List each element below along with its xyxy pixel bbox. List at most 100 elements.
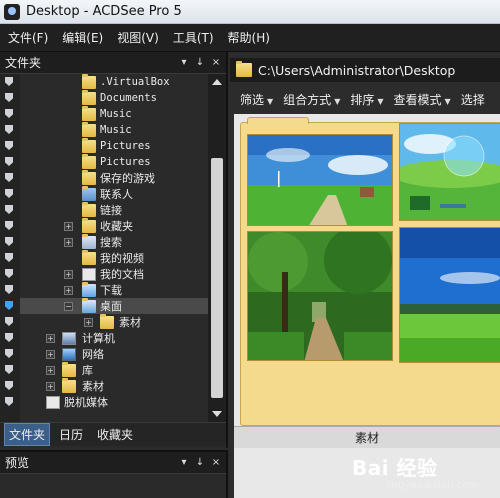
expand-icon[interactable]: + xyxy=(64,269,73,279)
tree-item[interactable]: 保存的游戏 xyxy=(20,169,208,186)
tree-item[interactable]: + 计算机 xyxy=(20,330,208,346)
checkbox-marker-icon[interactable] xyxy=(5,285,13,294)
expand-icon[interactable]: + xyxy=(64,285,73,295)
checkbox-marker-icon[interactable] xyxy=(5,189,13,198)
tree-item[interactable]: 脱机媒体 xyxy=(20,394,208,410)
menu-view[interactable]: 视图(V) xyxy=(117,29,159,46)
checkbox-marker-icon[interactable] xyxy=(5,173,13,182)
scroll-down-icon[interactable] xyxy=(212,411,222,417)
tree-item[interactable]: + 下载 xyxy=(20,281,208,298)
file-list-pane: C:\Users\Administrator\Desktop 筛选 ▼ 组合方式 ▼… xyxy=(230,52,500,498)
tree-item[interactable]: 联系人 xyxy=(20,185,208,202)
expand-icon[interactable]: + xyxy=(64,237,73,247)
tab-favorites[interactable]: 收藏夹 xyxy=(92,423,138,446)
tree-item[interactable]: Music xyxy=(20,121,208,138)
checkbox-marker-icon[interactable] xyxy=(5,221,13,230)
tree-item[interactable]: 链接 xyxy=(20,201,208,218)
expand-icon[interactable]: + xyxy=(64,221,73,231)
favorites-icon xyxy=(82,217,96,233)
menu-tools[interactable]: 工具(T) xyxy=(173,29,214,46)
search-folder-icon xyxy=(82,233,96,249)
checkbox-marker-icon[interactable] xyxy=(5,397,13,406)
checkbox-marker-icon[interactable] xyxy=(5,125,13,134)
landscape-image xyxy=(248,232,392,360)
collapse-icon[interactable]: − xyxy=(64,301,73,311)
tab-calendar[interactable]: 日历 xyxy=(54,423,88,446)
folder-icon xyxy=(82,153,96,169)
tree-item[interactable]: + 我的文档 xyxy=(20,266,208,282)
filter-label: 筛选 xyxy=(240,92,265,107)
expand-icon[interactable]: + xyxy=(84,317,93,327)
view-mode-dropdown[interactable]: 查看模式 ▼ xyxy=(394,91,451,108)
panel-pin-icon[interactable]: ↓ xyxy=(194,457,206,468)
tree-item-label: Pictures xyxy=(100,156,151,168)
panel-close-icon[interactable]: × xyxy=(210,457,222,468)
tree-scrollbar[interactable] xyxy=(208,74,226,422)
preview-panel: 预览 ▾ ↓ × xyxy=(0,450,228,498)
thumbnail-photo xyxy=(399,123,500,221)
tree-item[interactable]: + 素材 xyxy=(20,377,208,394)
checkbox-marker-icon[interactable] xyxy=(5,269,13,278)
select-dropdown[interactable]: 选择 xyxy=(461,91,485,108)
window-title: Desktop - ACDSee Pro 5 xyxy=(26,4,182,19)
folder-tree: .VirtualBox Documents Music Music Pictur… xyxy=(0,74,208,422)
folder-thumbnail[interactable] xyxy=(240,117,500,426)
tree-item-selected[interactable]: − 桌面 xyxy=(20,297,208,314)
checkbox-marker-icon[interactable] xyxy=(5,93,13,102)
path-bar[interactable]: C:\Users\Administrator\Desktop xyxy=(230,58,500,82)
panel-close-icon[interactable]: × xyxy=(210,57,222,68)
expand-icon[interactable]: + xyxy=(46,381,55,391)
tree-item-label: .VirtualBox xyxy=(100,76,170,88)
tree-item[interactable]: + 搜索 xyxy=(20,233,208,250)
network-icon xyxy=(62,347,76,361)
tree-item[interactable]: Pictures xyxy=(20,153,208,170)
group-by-dropdown[interactable]: 组合方式 ▼ xyxy=(283,91,340,108)
checkbox-marker-icon[interactable] xyxy=(5,237,13,246)
tree-item-label: 我的文档 xyxy=(100,268,144,281)
checkbox-marker-icon[interactable] xyxy=(5,77,13,86)
checkbox-marker-icon[interactable] xyxy=(5,349,13,358)
checkbox-marker-icon[interactable] xyxy=(5,365,13,374)
panel-menu-icon[interactable]: ▾ xyxy=(178,457,190,468)
sort-dropdown[interactable]: 排序 ▼ xyxy=(350,91,383,108)
tab-folders[interactable]: 文件夹 xyxy=(4,423,51,446)
folders-panel-title: 文件夹 xyxy=(5,56,42,70)
checkbox-marker-icon[interactable] xyxy=(5,317,13,326)
checkbox-marker-icon[interactable] xyxy=(5,333,13,342)
checkbox-marker-icon[interactable] xyxy=(5,141,13,150)
tree-item[interactable]: 我的视频 xyxy=(20,249,208,266)
tree-item-label: 链接 xyxy=(100,204,122,217)
checkbox-marker-icon[interactable] xyxy=(5,109,13,118)
tree-item[interactable]: + 收藏夹 xyxy=(20,217,208,234)
view-mode-label: 查看模式 xyxy=(393,92,442,107)
tree-item[interactable]: + 库 xyxy=(20,361,208,378)
expand-icon[interactable]: + xyxy=(46,349,55,359)
chevron-down-icon: ▼ xyxy=(377,96,384,106)
landscape-image xyxy=(400,228,500,362)
menu-file[interactable]: 文件(F) xyxy=(8,29,48,46)
tree-item[interactable]: Music xyxy=(20,105,208,122)
tree-item[interactable]: + 素材 xyxy=(20,313,208,330)
thumbnail-photo xyxy=(247,134,393,226)
menu-help[interactable]: 帮助(H) xyxy=(228,29,270,46)
baidu-watermark: Bai 经验 jingyan.baidu.com xyxy=(352,452,500,498)
menu-edit[interactable]: 编辑(E) xyxy=(62,29,103,46)
checkbox-marker-icon[interactable] xyxy=(5,205,13,214)
panel-menu-icon[interactable]: ▾ xyxy=(178,57,190,68)
downloads-icon xyxy=(82,281,96,297)
expand-icon[interactable]: + xyxy=(46,365,55,375)
expand-icon[interactable]: + xyxy=(46,333,55,343)
tree-item[interactable]: + 网络 xyxy=(20,346,208,362)
checkbox-marker-icon[interactable] xyxy=(5,253,13,262)
selected-marker-icon[interactable] xyxy=(5,301,13,310)
checkbox-marker-icon[interactable] xyxy=(5,381,13,390)
tree-item-label: Documents xyxy=(100,92,157,104)
filter-dropdown[interactable]: 筛选 ▼ xyxy=(240,91,273,108)
scroll-thumb[interactable] xyxy=(211,158,223,398)
tree-item[interactable]: .VirtualBox xyxy=(20,74,208,90)
panel-pin-icon[interactable]: ↓ xyxy=(194,57,206,68)
tree-item[interactable]: Pictures xyxy=(20,137,208,154)
tree-item[interactable]: Documents xyxy=(20,89,208,106)
scroll-up-icon[interactable] xyxy=(212,79,222,85)
checkbox-marker-icon[interactable] xyxy=(5,157,13,166)
